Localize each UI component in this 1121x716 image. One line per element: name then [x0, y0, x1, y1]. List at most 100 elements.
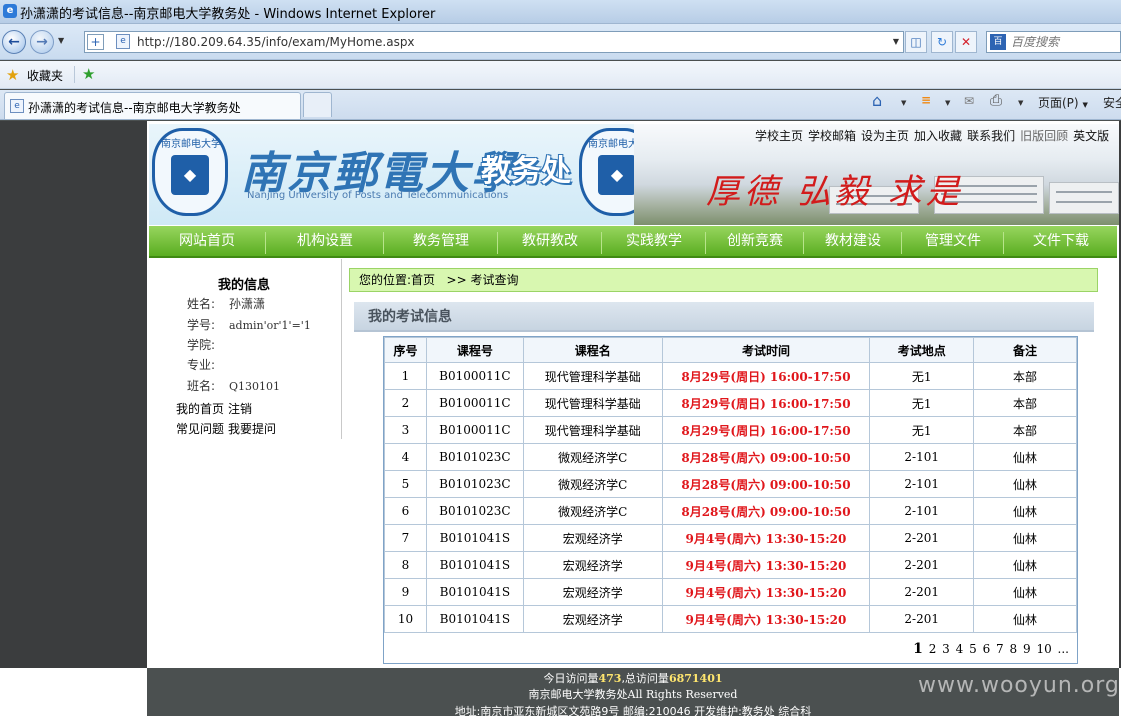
table-cell: B0100011C — [425, 389, 524, 417]
favorites-label[interactable]: 收藏夹 — [27, 67, 63, 84]
new-tab-button[interactable] — [303, 92, 332, 117]
stop-icon[interactable]: ✕ — [955, 31, 977, 53]
page-link[interactable]: 6 — [983, 642, 991, 656]
feeds-icon[interactable]: ≡ — [921, 93, 931, 107]
link-my-home[interactable]: 我的首页 — [176, 402, 224, 416]
nav-home[interactable]: 网站首页 — [149, 226, 265, 256]
nav-teaching-reform[interactable]: 教研教改 — [499, 226, 601, 256]
table-row: 6 B0101023C 微观经济学C 8月28号(周六) 09:00-10:50 2-1… — [384, 497, 1077, 525]
table-cell: 仙林 — [973, 578, 1077, 606]
safety-menu[interactable]: 安全 — [1103, 94, 1121, 111]
link-set-homepage[interactable]: 设为主页 — [861, 129, 909, 143]
info-label: 班名: — [187, 379, 216, 393]
exam-time-cell: 9月4号(周六) 13:30-15:20 — [661, 524, 871, 552]
chevron-down-icon[interactable]: ▼ — [1018, 99, 1023, 107]
chevron-down-icon[interactable]: ▼ — [945, 99, 950, 107]
refresh-icon[interactable]: ↻ — [931, 31, 953, 53]
chevron-down-icon[interactable]: ▼ — [901, 99, 906, 107]
page-link[interactable]: 9 — [1023, 642, 1031, 656]
link-contact[interactable]: 联系我们 — [967, 129, 1015, 143]
table-cell: 现代管理科学基础 — [522, 416, 663, 444]
exam-time-cell: 9月4号(周六) 13:30-15:20 — [661, 551, 871, 579]
nav-academic-affairs[interactable]: 教务管理 — [385, 226, 497, 256]
page-link[interactable]: 10 — [1036, 642, 1051, 656]
divider — [383, 232, 384, 254]
add-icon[interactable]: + — [87, 34, 104, 50]
table-row: 9 B0101041S 宏观经济学 9月4号(周六) 13:30-15:20 2-201… — [384, 578, 1077, 606]
breadcrumb-home[interactable]: 首页 — [411, 273, 435, 287]
page-link[interactable]: 4 — [956, 642, 964, 656]
column-header: 课程名 — [522, 337, 663, 363]
table-row: 1 B0100011C 现代管理科学基础 8月29号(周日) 16:00-17:50 无… — [384, 362, 1077, 390]
search-field[interactable]: 百 — [986, 31, 1121, 53]
search-input[interactable] — [1011, 34, 1116, 50]
seal-emblem: ◆ — [598, 155, 636, 195]
divider — [601, 232, 602, 254]
mail-icon[interactable]: ✉ — [964, 94, 974, 108]
table-cell: 2 — [384, 389, 427, 417]
table-cell: B0101041S — [425, 524, 524, 552]
table-cell: B0101023C — [425, 497, 524, 525]
divider — [74, 66, 75, 83]
forward-button[interactable]: → — [30, 30, 54, 54]
table-cell: B0101023C — [425, 470, 524, 498]
link-ask-question[interactable]: 我要提问 — [228, 422, 276, 436]
baidu-icon[interactable]: 百 — [990, 34, 1006, 50]
page-link[interactable]: 7 — [996, 642, 1004, 656]
nav-downloads[interactable]: 文件下载 — [1005, 226, 1117, 256]
nav-regulations[interactable]: 管理文件 — [903, 226, 1003, 256]
link-add-favorite[interactable]: 加入收藏 — [914, 129, 962, 143]
visits-today-value: 473 — [598, 672, 622, 685]
link-old-version[interactable]: 旧版回顾 — [1020, 129, 1068, 143]
page-link[interactable]: 8 — [1010, 642, 1018, 656]
page-link[interactable]: 3 — [942, 642, 950, 656]
page-icon: e — [10, 99, 24, 113]
table-cell: 6 — [384, 497, 427, 525]
exam-time-cell: 9月4号(周六) 13:30-15:20 — [661, 578, 871, 606]
compatibility-view-icon[interactable]: ◫ — [905, 31, 927, 53]
add-favorite-icon[interactable]: ★ — [82, 65, 95, 83]
page-link[interactable]: 2 — [929, 642, 937, 656]
home-icon[interactable]: ⌂ — [872, 91, 882, 110]
table-cell: 3 — [384, 416, 427, 444]
banner-campus-photo: 厚德 弘毅 求是 学校主页 学校邮箱 设为主页 加入收藏 联系我们 旧版回顾 英文版 — [634, 124, 1119, 225]
page-menu-label: 页面(P) — [1038, 96, 1079, 110]
recent-pages-dropdown-icon[interactable]: ▼ — [58, 36, 64, 45]
table-row: 3 B0100011C 现代管理科学基础 8月29号(周日) 16:00-17:50 无… — [384, 416, 1077, 444]
table-cell: 宏观经济学 — [522, 551, 663, 579]
link-logout[interactable]: 注销 — [228, 402, 252, 416]
table-cell: 本部 — [973, 416, 1077, 444]
nav-innovation[interactable]: 创新竞赛 — [707, 226, 803, 256]
link-english[interactable]: 英文版 — [1073, 129, 1109, 143]
info-value: admin'or'1'='1 — [229, 319, 311, 332]
page-link[interactable]: 5 — [969, 642, 977, 656]
page-menu[interactable]: 页面(P) ▼ — [1038, 94, 1088, 111]
print-icon[interactable]: ⎙ — [990, 91, 1002, 109]
breadcrumb-separator: >> — [446, 273, 467, 287]
sidebar-my-info: 我的信息 姓名: 孙潇潇 学号: admin'or'1'='1 学院: 专业: 班名… — [149, 259, 342, 439]
window-titlebar: e 孙潇潇的考试信息--南京邮电大学教务处 - Windows Internet… — [0, 0, 1121, 24]
link-school-home[interactable]: 学校主页 — [755, 129, 803, 143]
column-header: 序号 — [384, 337, 427, 363]
info-major-row: 专业: — [187, 356, 229, 373]
nav-organization[interactable]: 机构设置 — [267, 226, 383, 256]
breadcrumb: 您的位置:首页 >> 考试查询 — [349, 268, 1098, 292]
address-field[interactable]: + e http://180.209.64.35/info/exam/MyHom… — [84, 31, 904, 53]
nav-practice[interactable]: 实践教学 — [603, 226, 705, 256]
page-link-more[interactable]: ... — [1058, 642, 1069, 656]
chevron-down-icon[interactable]: ▼ — [893, 37, 899, 46]
nav-textbooks[interactable]: 教材建设 — [805, 226, 901, 256]
back-button[interactable]: ← — [2, 30, 26, 54]
table-cell: 4 — [384, 443, 427, 471]
favorites-star-icon[interactable]: ★ — [6, 66, 19, 84]
info-value: 孙潇潇 — [229, 297, 266, 311]
column-header: 考试地点 — [869, 337, 975, 363]
breadcrumb-current[interactable]: 考试查询 — [470, 273, 518, 287]
info-label: 学院: — [187, 338, 216, 352]
footer-address: 地址:南京市亚东新城区文苑路9号 邮编:210046 开发维护:教务处 综合科 — [454, 705, 812, 716]
url-text[interactable]: http://180.209.64.35/info/exam/MyHome.as… — [137, 35, 415, 49]
school-motto: 厚德 弘毅 求是 — [706, 172, 964, 212]
tab-exam-info[interactable]: e 孙潇潇的考试信息--南京邮电大学教务处 — [4, 92, 301, 119]
link-faq[interactable]: 常见问题 — [176, 422, 224, 436]
link-school-mail[interactable]: 学校邮箱 — [808, 129, 856, 143]
